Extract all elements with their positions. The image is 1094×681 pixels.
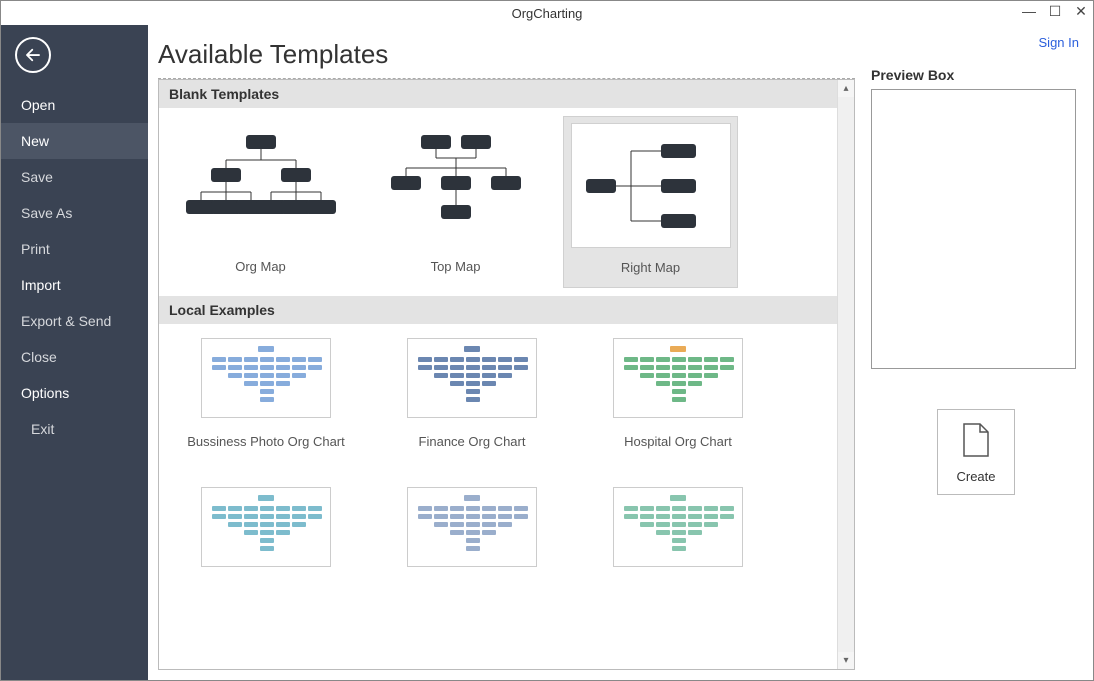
- example-thumbnail: [613, 338, 743, 418]
- example-label: Hospital Org Chart: [591, 428, 765, 455]
- template-thumbnail: [181, 122, 341, 247]
- example-example-4[interactable]: [379, 481, 565, 595]
- example-hospital-org-chart[interactable]: Hospital Org Chart: [585, 332, 771, 461]
- template-thumbnail: [571, 123, 731, 248]
- sidebar-item-new[interactable]: New: [1, 123, 148, 159]
- scroll-up-button[interactable]: ▴: [838, 80, 854, 97]
- example-thumbnail: [407, 338, 537, 418]
- example-label: Finance Org Chart: [385, 428, 559, 455]
- example-example-3[interactable]: [173, 481, 359, 595]
- titlebar: OrgCharting — ☐ ✕: [1, 1, 1093, 25]
- sidebar-item-options[interactable]: Options: [1, 375, 148, 411]
- example-bussiness-photo-org-chart[interactable]: Bussiness Photo Org Chart: [173, 332, 359, 461]
- arrow-left-icon: [24, 46, 42, 64]
- sidebar-item-close[interactable]: Close: [1, 339, 148, 375]
- sidebar-item-exit[interactable]: Exit: [1, 411, 148, 447]
- template-right-map[interactable]: Right Map: [563, 116, 738, 288]
- section-blank-title: Blank Templates: [159, 80, 837, 108]
- preview-title: Preview Box: [871, 67, 1081, 83]
- section-local-title: Local Examples: [159, 296, 837, 324]
- preview-box: [871, 89, 1076, 369]
- close-window-button[interactable]: ✕: [1073, 3, 1089, 19]
- example-thumbnail: [407, 487, 537, 567]
- example-thumbnail: [201, 487, 331, 567]
- sidebar: OpenNewSaveSave AsPrintImportExport & Se…: [1, 25, 148, 680]
- template-label: Right Map: [570, 254, 731, 281]
- template-label: Top Map: [374, 253, 537, 280]
- scroll-down-button[interactable]: ▾: [838, 652, 854, 669]
- create-button-label: Create: [938, 469, 1014, 484]
- example-thumbnail: [613, 487, 743, 567]
- example-label: [385, 577, 559, 589]
- file-icon: [961, 422, 991, 458]
- template-org-map[interactable]: Org Map: [173, 116, 348, 288]
- page-title: Available Templates: [158, 39, 855, 70]
- example-example-5[interactable]: [585, 481, 771, 595]
- sign-in-link[interactable]: Sign In: [1039, 35, 1079, 50]
- template-top-map[interactable]: Top Map: [368, 116, 543, 288]
- window-controls: — ☐ ✕: [1021, 3, 1089, 19]
- sidebar-item-save-as[interactable]: Save As: [1, 195, 148, 231]
- example-label: [179, 577, 353, 589]
- sidebar-item-open[interactable]: Open: [1, 87, 148, 123]
- create-button[interactable]: Create: [937, 409, 1015, 495]
- template-thumbnail: [376, 122, 536, 247]
- sidebar-item-save[interactable]: Save: [1, 159, 148, 195]
- maximize-button[interactable]: ☐: [1047, 3, 1063, 19]
- example-label: [591, 577, 765, 589]
- app-title: OrgCharting: [512, 6, 583, 21]
- template-label: Org Map: [179, 253, 342, 280]
- sidebar-item-print[interactable]: Print: [1, 231, 148, 267]
- sidebar-item-export-send[interactable]: Export & Send: [1, 303, 148, 339]
- scrollbar[interactable]: ▴ ▾: [837, 80, 854, 669]
- example-finance-org-chart[interactable]: Finance Org Chart: [379, 332, 565, 461]
- sidebar-item-import[interactable]: Import: [1, 267, 148, 303]
- minimize-button[interactable]: —: [1021, 3, 1037, 19]
- back-button[interactable]: [15, 37, 51, 73]
- example-thumbnail: [201, 338, 331, 418]
- example-label: Bussiness Photo Org Chart: [179, 428, 353, 455]
